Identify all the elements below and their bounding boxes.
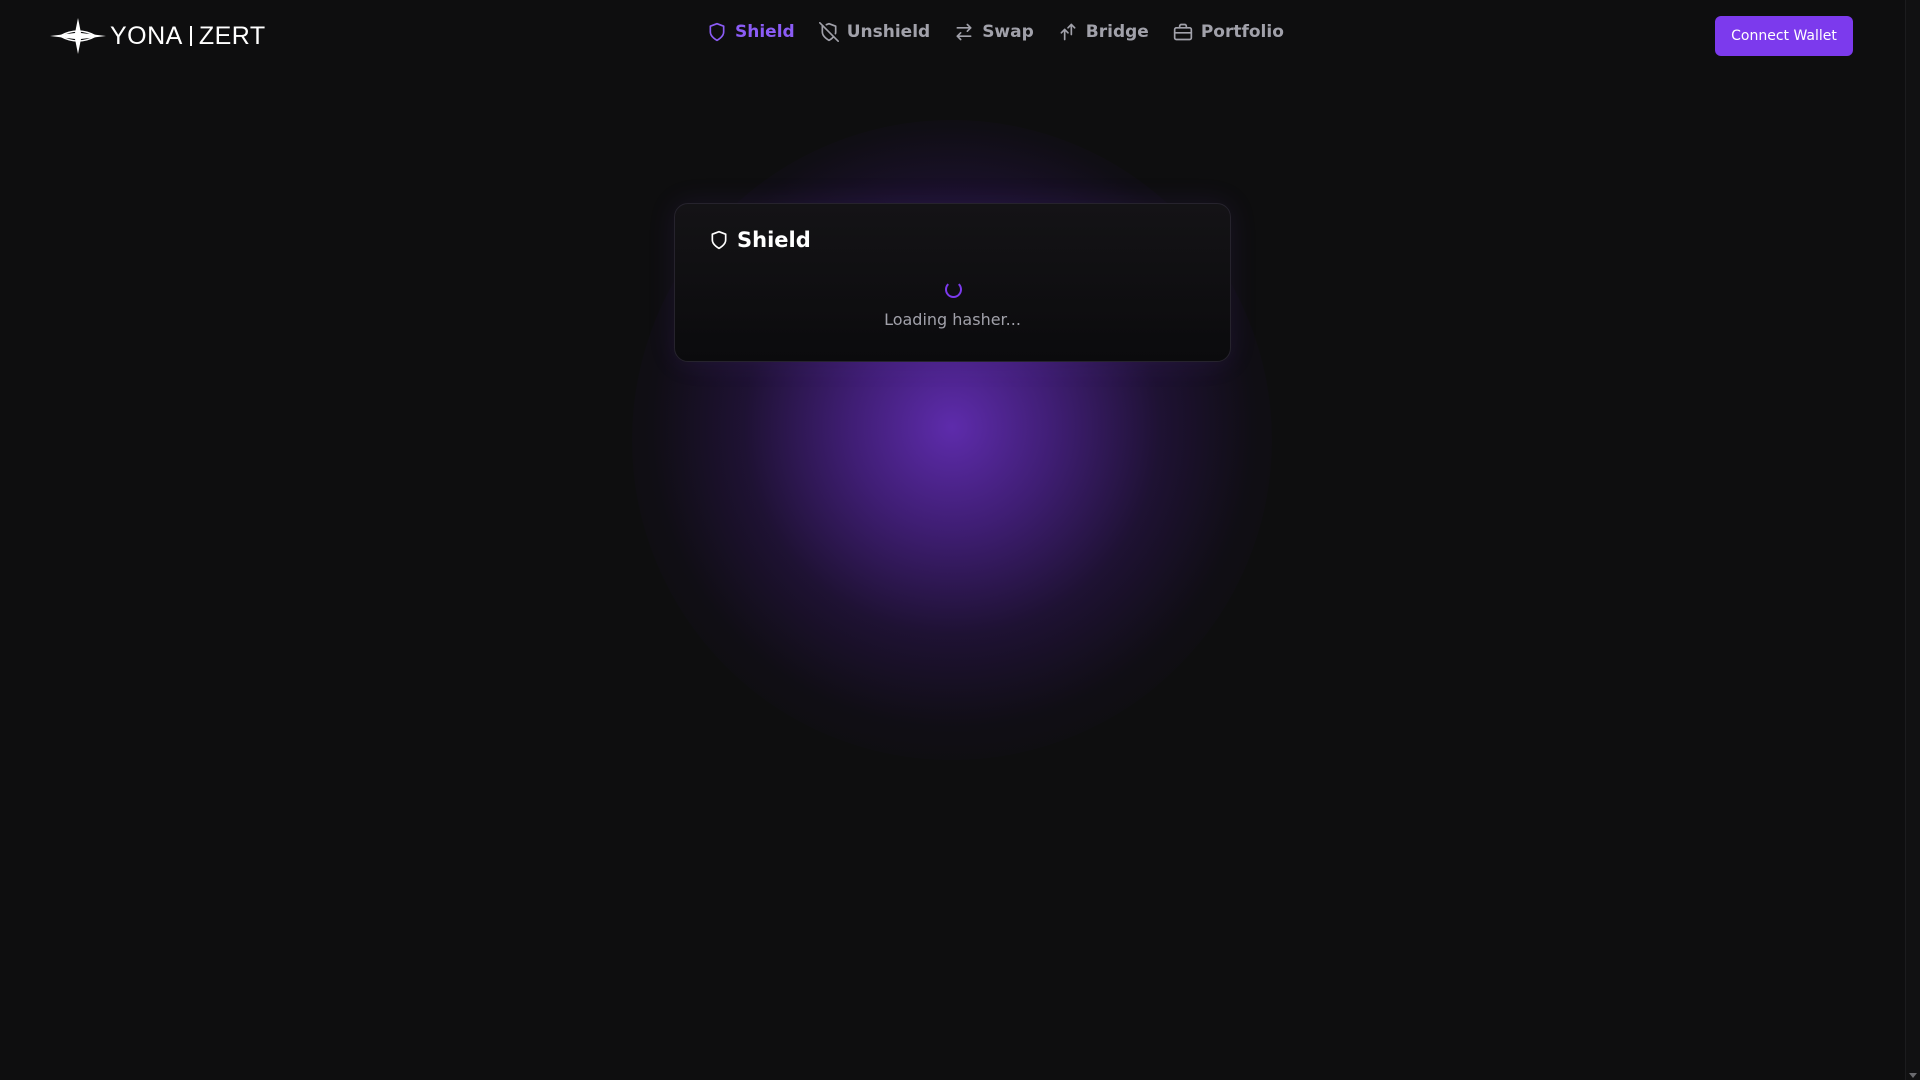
connect-wallet-button[interactable]: Connect Wallet <box>1715 16 1853 56</box>
brand-logo[interactable]: YONA ZERT <box>50 18 266 54</box>
nav-item-bridge[interactable]: Bridge <box>1058 22 1149 42</box>
nav-item-label: Swap <box>982 22 1034 42</box>
nav-item-swap[interactable]: Swap <box>954 22 1034 42</box>
nav-item-label: Unshield <box>846 22 931 42</box>
main-nav: Shield Unshield Swap Bridge Portfolio <box>707 22 1284 42</box>
loading-text: Loading hasher... <box>884 310 1021 329</box>
brand-name-left: YONA <box>110 21 183 50</box>
vertical-scrollbar[interactable] <box>1905 0 1920 1080</box>
shield-icon <box>711 230 727 250</box>
brand-name-right: ZERT <box>198 21 266 50</box>
brand-separator <box>189 26 192 46</box>
scroll-down-arrow-icon[interactable] <box>1909 1073 1917 1078</box>
briefcase-icon <box>1173 23 1192 41</box>
top-navbar: YONA ZERT Shield Unshield Swap Bridge Po… <box>0 0 1905 72</box>
nav-item-unshield[interactable]: Unshield <box>818 22 931 42</box>
shield-card: Shield Loading hasher... <box>674 203 1231 362</box>
brand-wordmark: YONA ZERT <box>110 22 266 51</box>
card-title: Shield <box>709 228 811 252</box>
nav-item-portfolio[interactable]: Portfolio <box>1173 22 1284 42</box>
nav-item-label: Bridge <box>1085 22 1149 42</box>
shield-off-icon <box>818 22 839 42</box>
card-title-label: Shield <box>737 228 811 252</box>
nav-item-label: Shield <box>735 22 795 42</box>
swap-arrows-icon <box>956 23 972 41</box>
shield-icon <box>709 22 725 42</box>
bridge-arrows-icon <box>1060 23 1076 41</box>
star-logo-icon <box>50 18 106 54</box>
loading-spinner-icon <box>945 281 962 298</box>
nav-item-label: Portfolio <box>1200 22 1284 42</box>
nav-item-shield[interactable]: Shield <box>707 22 795 42</box>
